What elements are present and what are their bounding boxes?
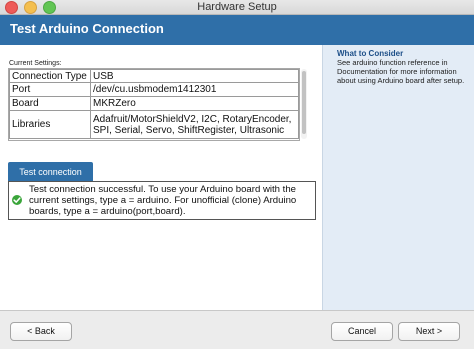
current-settings-label: Current Settings: (9, 60, 62, 67)
footer-divider (0, 310, 474, 311)
setting-key-board: Board (9, 96, 91, 111)
page-header: Test Arduino Connection (0, 15, 474, 45)
test-result-box: Test connection successful. To use your … (8, 181, 316, 220)
setting-key-connection-type: Connection Type (9, 69, 91, 83)
window-titlebar: Hardware Setup (0, 0, 474, 15)
test-result-message: Test connection successful. To use your … (29, 184, 297, 217)
setting-value-port: /dev/cu.usbmodem1412301 (90, 82, 299, 97)
back-button[interactable]: < Back (10, 322, 72, 341)
table-row: Port /dev/cu.usbmodem1412301 (9, 82, 299, 97)
help-heading: What to Consider (337, 49, 404, 58)
minimize-window-button[interactable] (24, 1, 37, 14)
setting-value-connection-type: USB (90, 69, 299, 83)
scrollbar-thumb[interactable] (302, 71, 306, 134)
success-check-icon (12, 195, 22, 205)
window-title: Hardware Setup (197, 1, 277, 13)
test-connection-button[interactable]: Test connection (8, 162, 93, 182)
help-sidebar: What to Consider See arduino function re… (322, 45, 474, 310)
settings-table-container: Connection Type USB Port /dev/cu.usbmode… (8, 68, 300, 141)
page-title: Test Arduino Connection (10, 21, 164, 36)
cancel-button[interactable]: Cancel (331, 322, 393, 341)
table-row: Libraries Adafruit/MotorShieldV2, I2C, R… (9, 110, 299, 139)
settings-scrollbar[interactable] (301, 69, 307, 139)
help-text: See arduino function reference in Docume… (337, 58, 465, 85)
setting-key-libraries: Libraries (9, 110, 91, 139)
table-row: Connection Type USB (9, 69, 299, 83)
zoom-window-button[interactable] (43, 1, 56, 14)
next-button[interactable]: Next > (398, 322, 460, 341)
setting-key-port: Port (9, 82, 91, 97)
table-row: Board MKRZero (9, 96, 299, 111)
close-window-button[interactable] (5, 1, 18, 14)
setting-value-board: MKRZero (90, 96, 299, 111)
setting-value-libraries: Adafruit/MotorShieldV2, I2C, RotaryEncod… (90, 110, 299, 139)
settings-table: Connection Type USB Port /dev/cu.usbmode… (9, 69, 299, 139)
